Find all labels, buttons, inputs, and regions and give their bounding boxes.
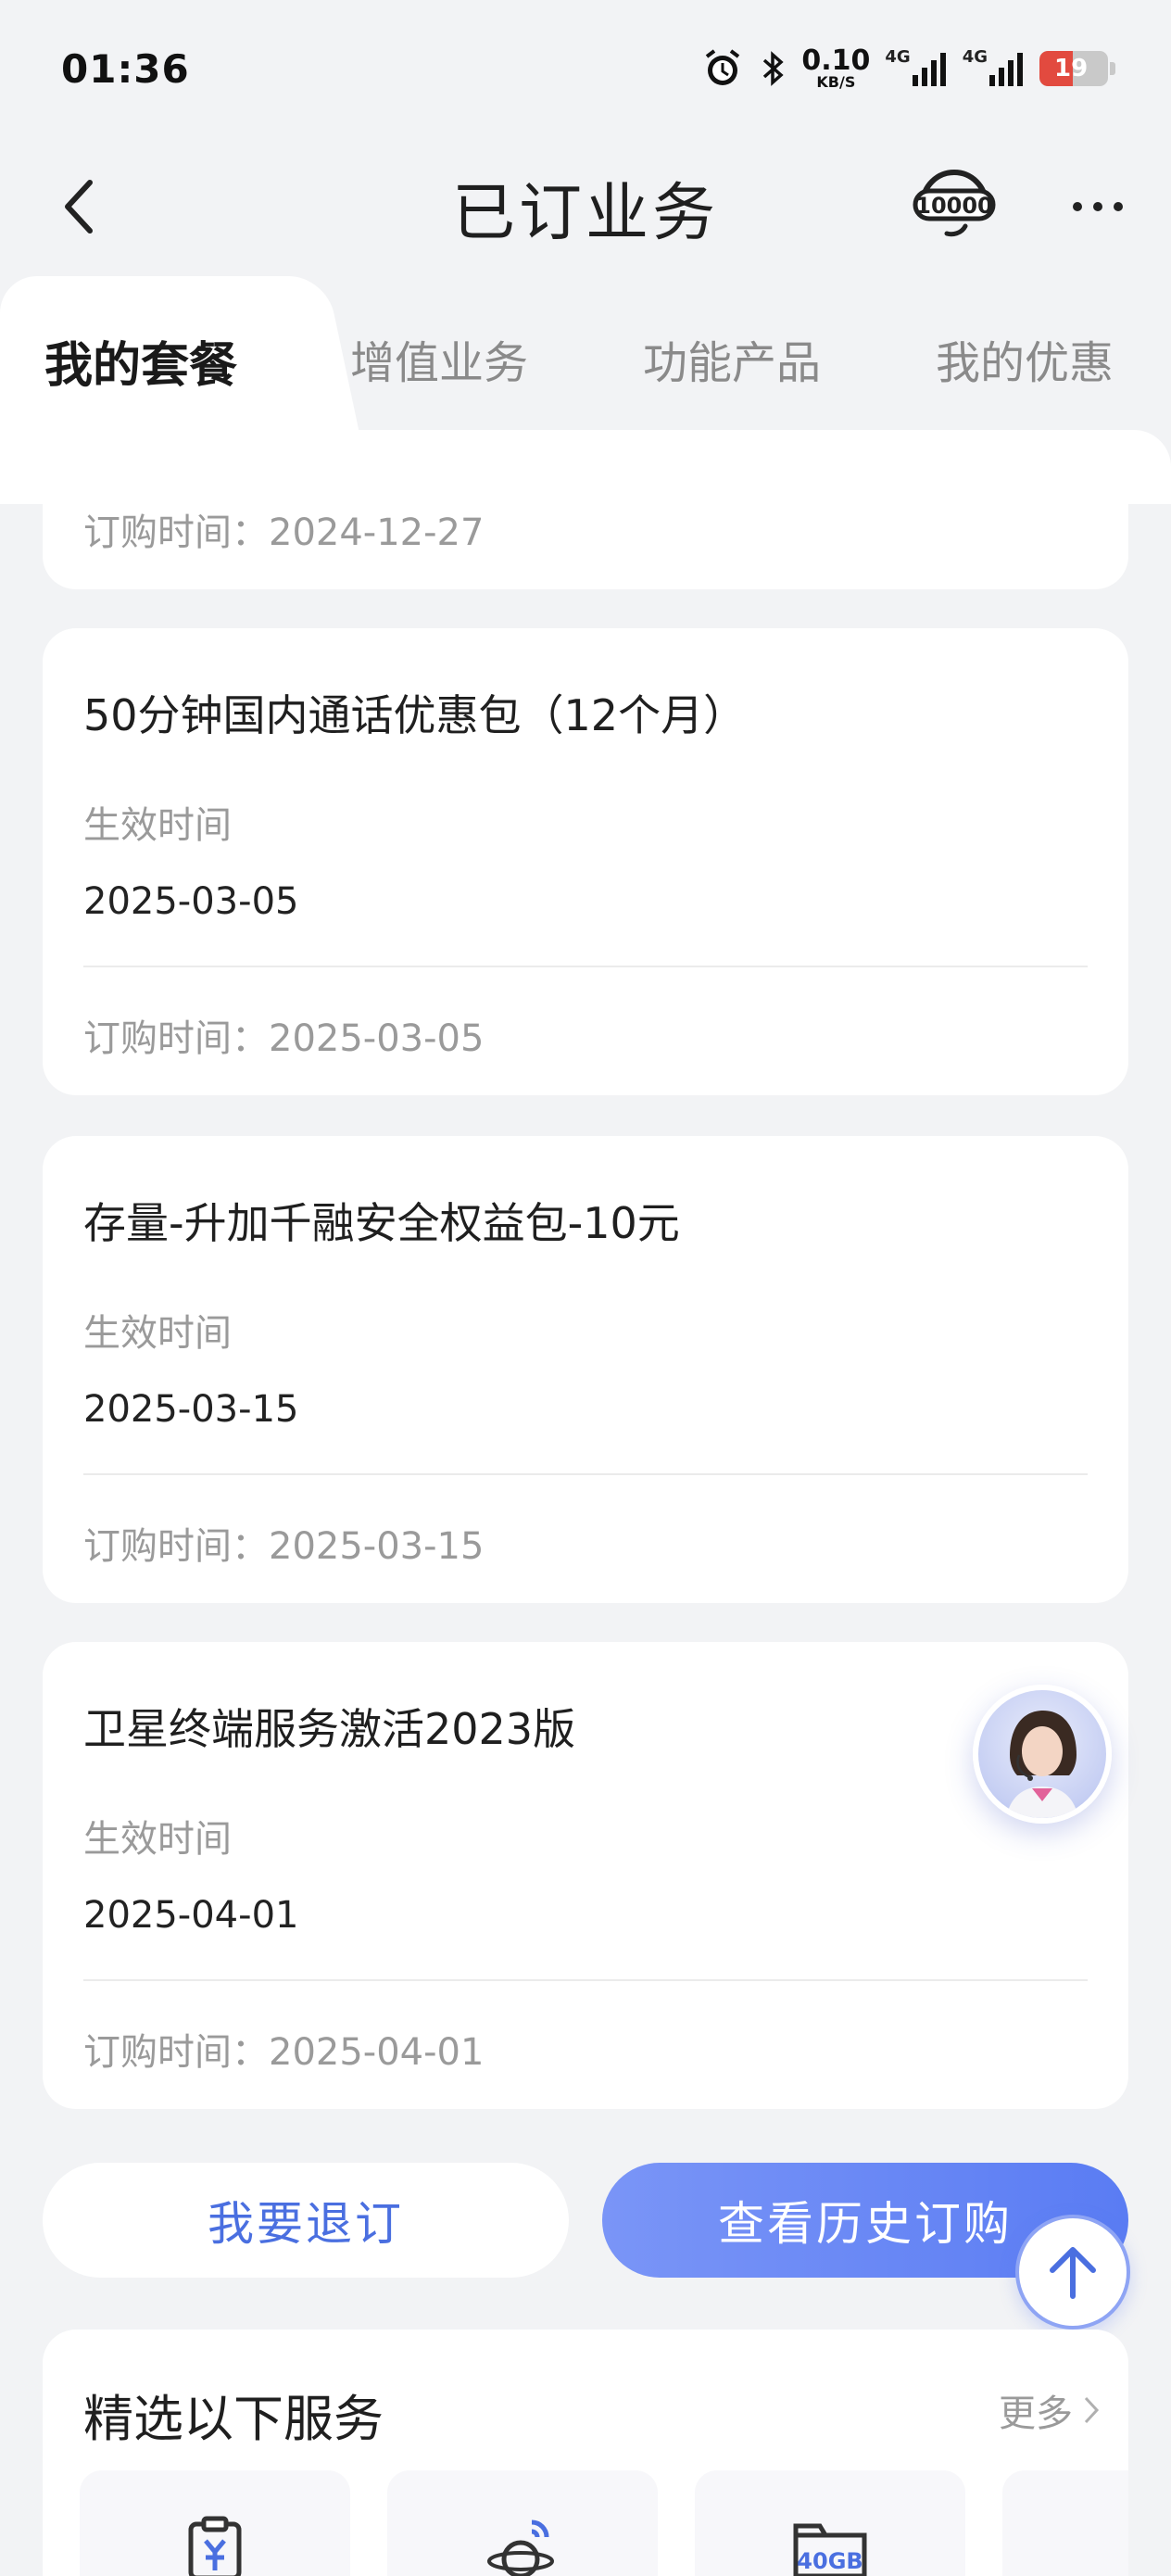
network-speed-unit: KB/S [816, 73, 856, 91]
app-header: 已订业务 10000 [0, 137, 1171, 276]
status-icons: 0.10 KB/S 4G 4G 19 [701, 47, 1115, 90]
order-time: 订购时间：2025-03-15 [83, 1525, 485, 1568]
order-card-partial: 订购时间：2024-12-27 [43, 482, 1128, 589]
card-title: 50分钟国内通话优惠包（12个月） [83, 690, 747, 740]
back-button[interactable] [46, 174, 111, 239]
service-item[interactable]: 40GB [695, 2470, 965, 2576]
card-title: 存量-升加千融安全权益包-10元 [83, 1198, 680, 1248]
order-card[interactable]: 存量-升加千融安全权益包-10元 生效时间 2025-03-15 订购时间：20… [43, 1136, 1128, 1603]
tab-value-added[interactable]: 增值业务 [350, 326, 528, 391]
data-badge: 40GB [797, 2548, 863, 2574]
tab-my-plan[interactable]: 我的套餐 [44, 326, 237, 396]
bill-clipboard-icon [188, 2516, 242, 2576]
service-item[interactable] [80, 2470, 350, 2576]
tab-my-discounts[interactable]: 我的优惠 [936, 326, 1114, 391]
headset-10000-icon: 10000 [913, 170, 996, 237]
effective-label: 生效时间 [83, 1818, 232, 1861]
card-title: 卫星终端服务激活2023版 [83, 1704, 576, 1754]
more-dot [1073, 202, 1082, 211]
customer-service-button[interactable]: 10000 [908, 158, 1001, 250]
battery-body: 19 [1039, 51, 1108, 86]
tab-feature-products[interactable]: 功能产品 [643, 326, 821, 391]
network-speed: 0.10 KB/S [801, 47, 870, 90]
service-item[interactable] [387, 2470, 658, 2576]
battery-level: 19 [1054, 55, 1089, 82]
more-dot [1114, 202, 1123, 211]
tab-bar: 我的套餐 增值业务 功能产品 我的优惠 [0, 276, 1171, 434]
order-time: 订购时间：2025-04-01 [83, 2031, 485, 2074]
battery-icon: 19 [1039, 51, 1115, 86]
bluetooth-icon [759, 47, 787, 90]
effective-date: 2025-03-05 [83, 880, 299, 923]
effective-date: 2025-03-15 [83, 1388, 299, 1431]
chevron-right-icon [1084, 2396, 1100, 2424]
more-dot [1093, 202, 1102, 211]
services-more-link[interactable]: 更多 [999, 2383, 1101, 2437]
card-divider [83, 1979, 1088, 1981]
card-divider [83, 966, 1088, 967]
signal-sim2-icon: 4G [963, 47, 1025, 90]
effective-label: 生效时间 [83, 804, 232, 847]
battery-tip [1110, 62, 1115, 75]
chevron-left-icon [65, 180, 93, 234]
effective-date: 2025-04-01 [83, 1894, 299, 1937]
sim1-network-type: 4G [885, 47, 911, 67]
data-folder-icon: 40GB [793, 2523, 867, 2576]
order-time: 订购时间：2024-12-27 [83, 511, 485, 554]
more-button[interactable] [1056, 174, 1140, 239]
service-item[interactable] [1002, 2470, 1128, 2576]
effective-label: 生效时间 [83, 1312, 232, 1355]
network-speed-value: 0.10 [801, 44, 871, 77]
signal-sim1-icon: 4G [885, 47, 947, 90]
partial-service-icon [1104, 2515, 1128, 2576]
assistant-portrait-icon [1006, 1711, 1078, 1818]
status-time: 01:36 [61, 45, 190, 92]
page-title: 已订业务 [451, 176, 719, 250]
card-divider [83, 1473, 1088, 1475]
unsubscribe-button[interactable]: 我要退订 [43, 2163, 569, 2278]
order-card[interactable]: 卫星终端服务激活2023版 生效时间 2025-04-01 订购时间：2025-… [43, 1642, 1128, 2109]
services-title: 精选以下服务 [83, 2390, 384, 2448]
scroll-to-top-button[interactable] [1015, 2215, 1130, 2330]
status-bar: 01:36 0.10 KB/S 4G 4G 19 [0, 0, 1171, 137]
order-card[interactable]: 50分钟国内通话优惠包（12个月） 生效时间 2025-03-05 订购时间：2… [43, 628, 1128, 1095]
order-time: 订购时间：2025-03-05 [83, 1017, 485, 1060]
alarm-icon [701, 47, 744, 90]
sim2-network-type: 4G [962, 47, 988, 67]
svg-text:10000: 10000 [915, 193, 993, 219]
featured-services: 精选以下服务 更多 40GB [43, 2330, 1128, 2576]
planet-signal-icon [487, 2519, 554, 2576]
arrow-up-icon [1050, 2247, 1096, 2299]
more-label: 更多 [999, 2393, 1073, 2435]
ai-assistant-avatar[interactable] [973, 1685, 1112, 1824]
